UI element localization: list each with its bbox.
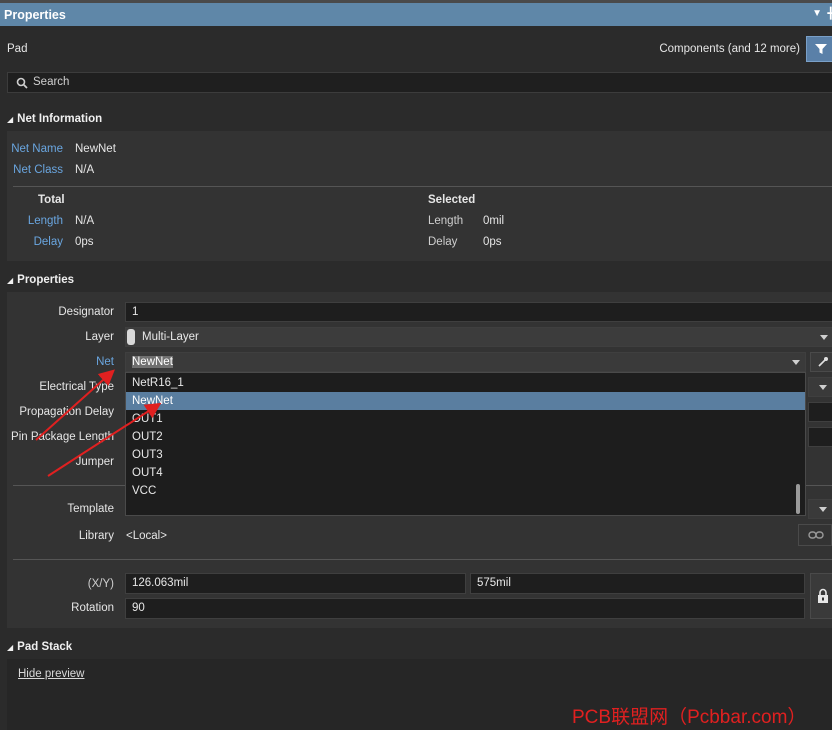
pad-stack-header[interactable]: ◢ Pad Stack [7, 641, 72, 653]
hide-preview-link[interactable]: Hide preview [18, 668, 84, 680]
annotation-arrows [35, 369, 162, 477]
watermark: PCB联盟网（Pcbbar.com） [572, 707, 807, 728]
collapse-icon: ◢ [7, 643, 14, 652]
annotation-arrow [35, 369, 115, 441]
